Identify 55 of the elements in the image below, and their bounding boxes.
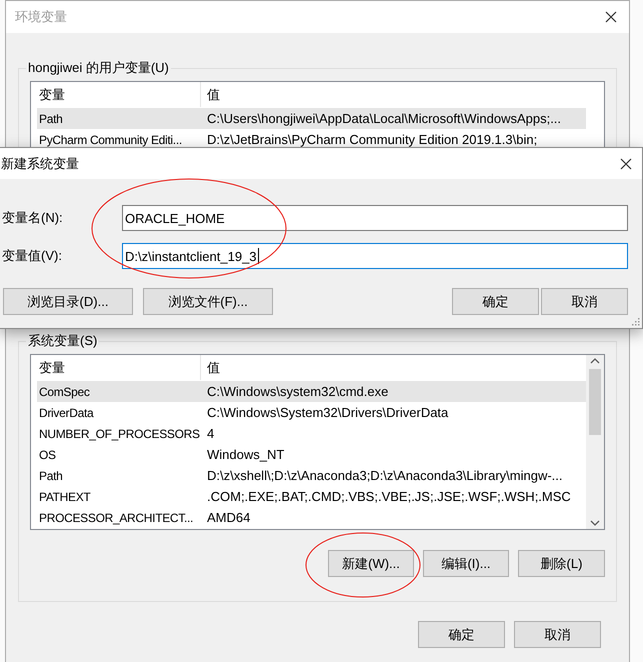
variable-name: DriverData [38,406,94,420]
close-icon[interactable] [605,11,617,23]
variable-value: .COM;.EXE;.BAT;.CMD;.VBS;.VBE;.JS;.JSE;.WSF;.WSH;.MSC [206,489,571,504]
field-label: 变量名(N): [2,209,64,227]
dialog-button[interactable]: 确定 [452,288,539,315]
field-label: 变量值(V): [2,247,63,265]
variable-value: 4 [206,426,214,441]
input-field[interactable]: ORACLE_HOME [122,205,628,231]
group-label: hongjiwei 的用户变量(U) [27,59,170,77]
variable-name: OS [38,448,56,462]
variable-value: C:\Users\hongjiwei\AppData\Local\Microsoft\WindowsApps;... [206,111,562,126]
variable-value: Windows_NT [206,447,284,462]
scroll-down-icon[interactable] [590,519,600,527]
close-icon[interactable] [620,158,632,170]
resize-grip-icon[interactable] [631,317,640,326]
column-header[interactable]: 值 [201,82,586,107]
dialog-button[interactable]: 浏览文件(F)... [143,288,273,315]
dialog-title: 新建系统变量 [1,154,79,172]
dialog-button[interactable]: 取消 [541,288,628,315]
variable-row[interactable]: ComSpec C:\Windows\system32\cmd.exe [37,381,586,402]
variable-name: ComSpec [38,384,90,398]
variable-value: AMD64 [206,510,250,525]
scroll-up-icon[interactable] [590,357,600,365]
list-button[interactable]: 新建(W)... [328,550,414,577]
variable-value: C:\Windows\system32\cmd.exe [206,384,388,399]
variable-name: NUMBER_OF_PROCESSORS [38,426,200,440]
variable-name: PROCESSOR_ARCHITECT... [38,510,194,524]
variable-row[interactable]: PATHEXT .COM;.EXE;.BAT;.CMD;.VBS;.VBE;.JS;.JSE;.WSF;.WSH;.MSC [37,486,586,507]
variable-row[interactable]: NUMBER_OF_PROCESSORS 4 [37,423,586,444]
group-label: 系统变量(S) [27,332,98,350]
column-header[interactable]: 变量 [37,355,201,380]
scrollbar-thumb[interactable] [589,369,601,435]
dialog-button[interactable]: 确定 [418,621,505,648]
list-button[interactable]: 删除(L) [518,550,605,577]
variable-row[interactable]: Path D:\z\xshell\;D:\z\Anaconda3;D:\z\Anaconda3\Library\mingw-... [37,465,586,486]
variable-row[interactable]: Path C:\Users\hongjiwei\AppData\Local\Microsoft\WindowsApps;... [37,108,586,129]
variable-row[interactable]: OS Windows_NT [37,444,586,465]
variable-value: D:\z\xshell\;D:\z\Anaconda3;D:\z\Anaconda3\Library\mingw-... [206,468,562,483]
column-header[interactable]: 变量 [37,82,201,107]
dialog-button[interactable]: 浏览目录(D)... [3,288,133,315]
variable-value: D:\z\JetBrains\PyCharm Community Edition 2019.1.3\bin; [206,132,538,147]
variable-row[interactable]: DriverData C:\Windows\System32\Drivers\DriverData [37,402,586,423]
variable-name: Path [38,112,62,126]
scrollbar[interactable] [586,355,604,529]
list-button[interactable]: 编辑(I)... [423,550,509,577]
variable-name: PyCharm Community Editi... [38,132,182,146]
dialog-button[interactable]: 取消 [514,621,601,648]
variable-value: C:\Windows\System32\Drivers\DriverData [206,405,448,420]
variable-name: PATHEXT [38,490,90,504]
variable-row[interactable]: PyCharm Community Editi... D:\z\JetBrains\PyCharm Community Edition 2019.1.3\bin; [37,129,586,150]
window-title: 环境变量 [15,8,67,26]
input-field[interactable]: D:\z\instantclient_19_3 [122,243,628,269]
variable-name: Path [38,468,62,482]
column-header[interactable]: 值 [201,355,586,380]
variable-row[interactable]: PROCESSOR_ARCHITECT... AMD64 [37,507,586,528]
